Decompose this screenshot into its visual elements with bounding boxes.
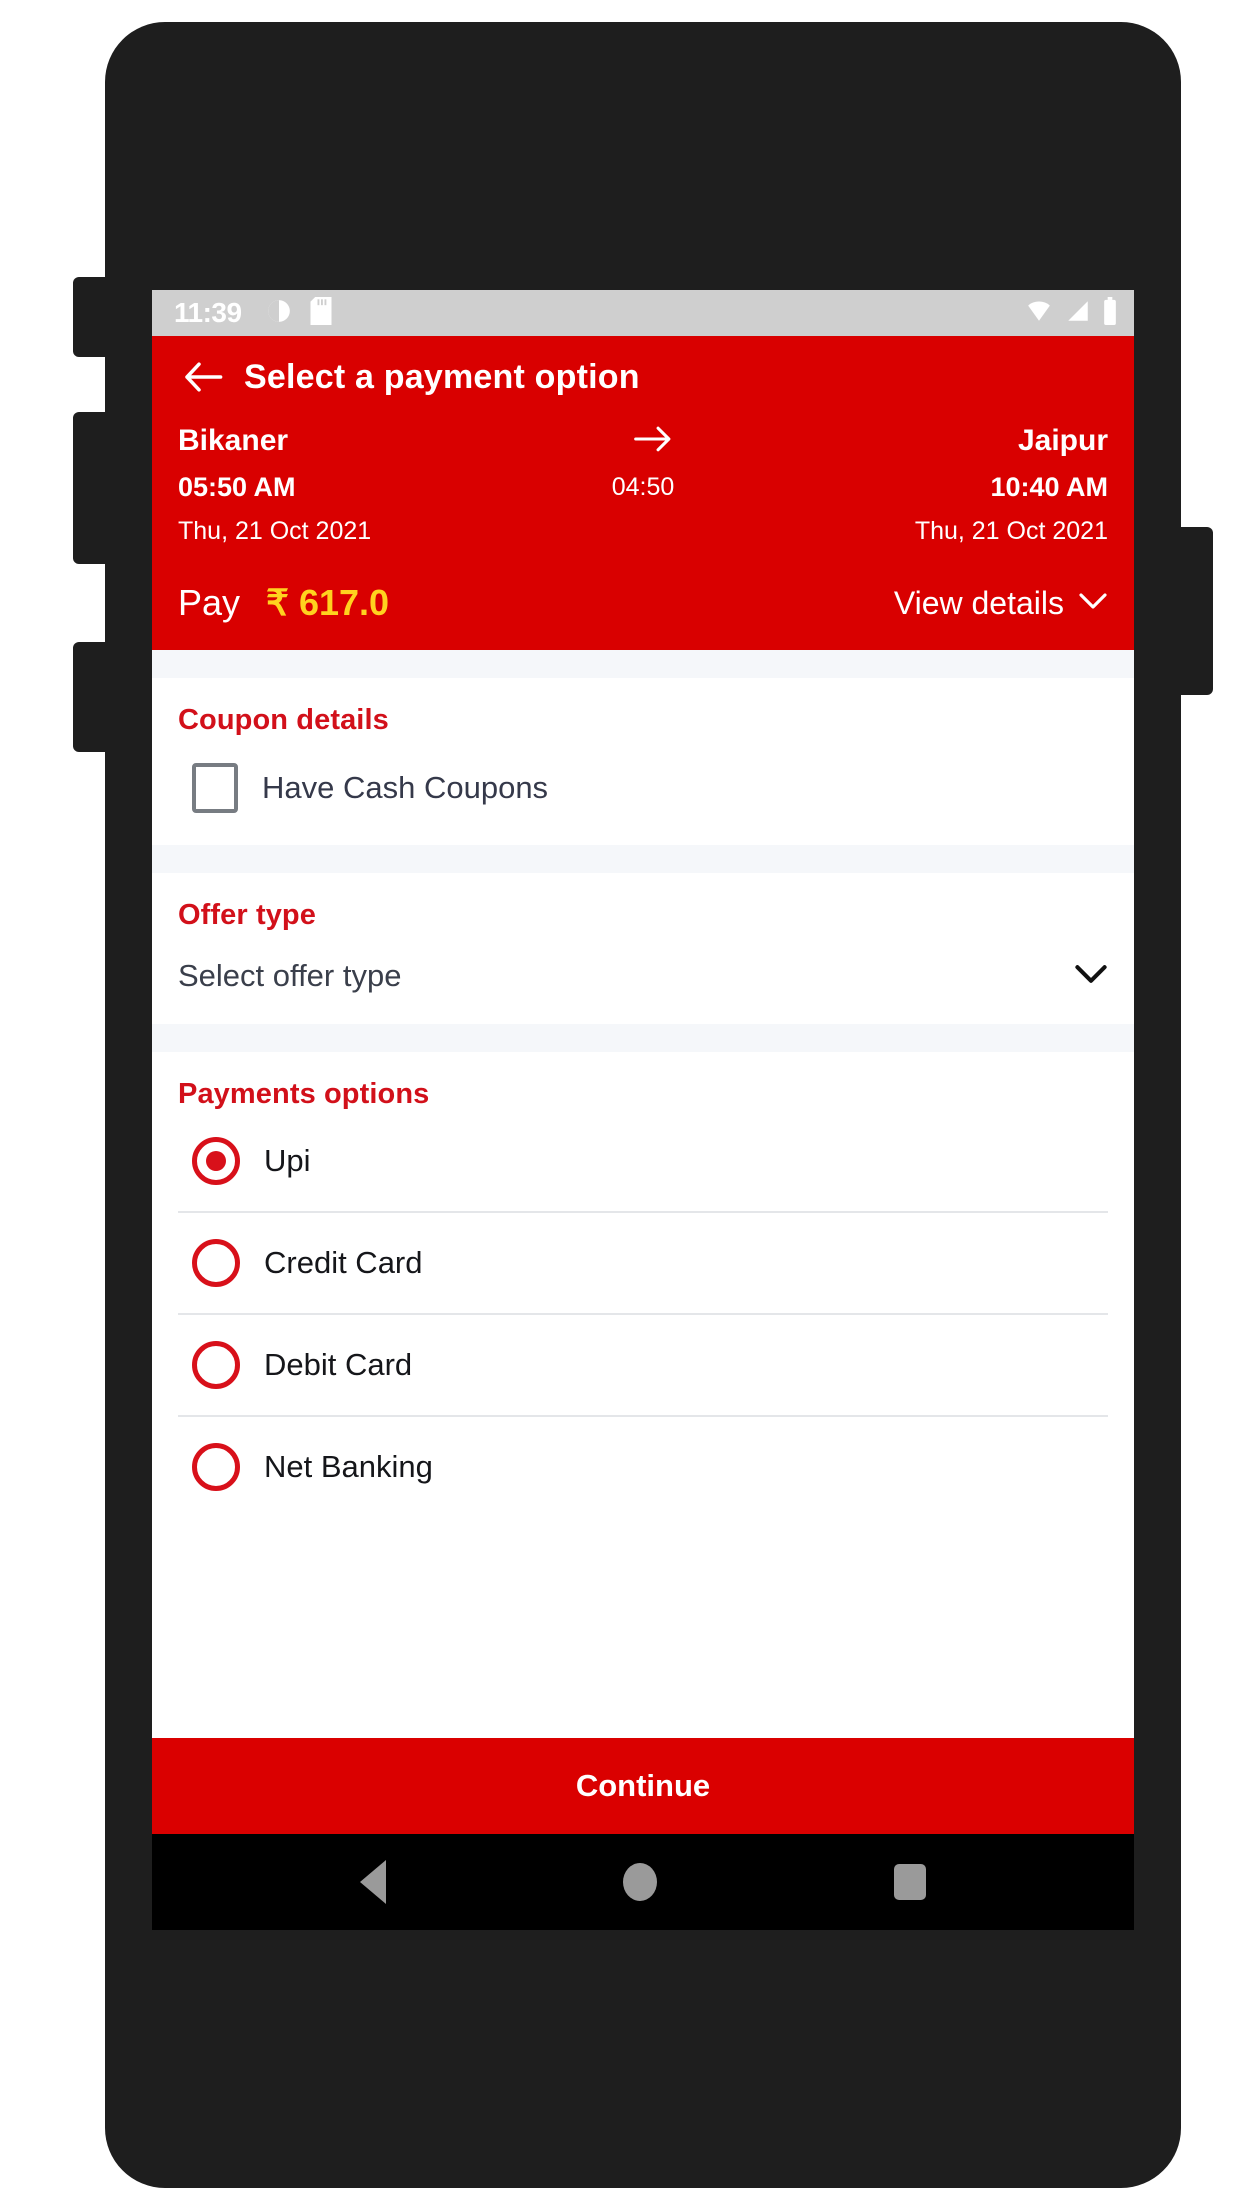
radio-debit-card[interactable] — [192, 1341, 240, 1389]
offer-type-section: Offer type Select offer type — [152, 873, 1134, 1024]
pay-summary-row: Pay ₹ 617.0 View details — [152, 582, 1134, 624]
chevron-down-icon — [1078, 591, 1108, 616]
payment-option-label: Net Banking — [264, 1449, 433, 1484]
status-bar-time: 11:39 — [174, 297, 242, 328]
radio-upi-dot — [206, 1151, 226, 1171]
section-divider-band — [152, 1024, 1134, 1052]
section-divider-band — [152, 845, 1134, 873]
phone-side-button-volume-down[interactable] — [73, 412, 109, 564]
arrow-right-icon — [632, 426, 674, 457]
have-cash-coupons-row[interactable]: Have Cash Coupons — [178, 763, 1108, 813]
journey-to-city: Jaipur — [1017, 424, 1108, 457]
pay-label: Pay — [178, 582, 241, 623]
payment-option-label: Debit Card — [264, 1347, 413, 1382]
coupon-details-title: Coupon details — [178, 704, 389, 736]
view-details-button[interactable]: View details — [894, 585, 1108, 622]
phone-side-button-volume-up[interactable] — [73, 277, 109, 357]
journey-departure-date: Thu, 21 Oct 2021 — [178, 517, 372, 545]
offer-type-title: Offer type — [178, 899, 316, 931]
pay-amount: ₹ 617.0 — [266, 582, 390, 623]
phone-frame: 11:39 Select a payment option Bikaner Ja… — [73, 22, 1213, 2188]
payment-option-label: Upi — [264, 1143, 311, 1178]
radio-net-banking[interactable] — [192, 1443, 240, 1491]
payment-option-credit-card[interactable]: Credit Card — [178, 1213, 1108, 1315]
wifi-icon — [1024, 298, 1054, 329]
payment-option-net-banking[interactable]: Net Banking — [178, 1417, 1108, 1517]
app-bar: Select a payment option Bikaner Jaipur 0… — [152, 336, 1134, 650]
journey-duration: 04:50 — [611, 473, 675, 501]
nav-back-triangle-icon[interactable] — [360, 1860, 387, 1904]
payments-options-section: Payments options Upi Credit Card Debit C… — [152, 1052, 1134, 1517]
nav-home-circle-icon[interactable] — [622, 1863, 657, 1901]
view-details-label: View details — [893, 584, 1064, 621]
battery-icon — [1102, 296, 1118, 330]
phone-side-button-extra[interactable] — [73, 642, 109, 752]
nav-recents-square-icon[interactable] — [893, 1864, 926, 1900]
radio-upi[interactable] — [192, 1137, 240, 1185]
journey-arrival-time: 10:40 AM — [990, 472, 1108, 502]
status-bar: 11:39 — [152, 290, 1134, 336]
journey-from-city: Bikaner — [178, 424, 289, 457]
sd-card-icon — [310, 296, 332, 330]
journey-arrival-date: Thu, 21 Oct 2021 — [914, 517, 1108, 545]
journey-dates-row: Thu, 21 Oct 2021 Thu, 21 Oct 2021 — [178, 517, 1108, 546]
alarm-icon — [266, 298, 292, 329]
journey-times-row: 05:50 AM 04:50 10:40 AM — [178, 472, 1108, 503]
phone-screen: 11:39 Select a payment option Bikaner Ja… — [152, 290, 1134, 1930]
payments-options-title: Payments options — [178, 1078, 430, 1110]
journey-departure-time: 05:50 AM — [178, 472, 296, 502]
status-bar-left-icons — [266, 296, 332, 330]
offer-type-selected-value: Select offer type — [178, 958, 402, 993]
signal-icon — [1064, 298, 1092, 329]
content-area: Coupon details Have Cash Coupons Offer t… — [152, 650, 1134, 1738]
app-bar-top-row: Select a payment option — [152, 336, 1134, 418]
have-cash-coupons-checkbox[interactable] — [192, 763, 238, 813]
chevron-down-icon[interactable] — [1074, 963, 1108, 990]
have-cash-coupons-label: Have Cash Coupons — [262, 770, 549, 805]
arrow-left-icon[interactable] — [182, 356, 224, 398]
journey-summary: Bikaner Jaipur 05:50 AM 04:50 10:40 AM T… — [152, 424, 1134, 546]
offer-type-dropdown[interactable]: Select offer type — [178, 958, 1108, 994]
journey-cities-row: Bikaner Jaipur — [178, 424, 1108, 458]
android-nav-bar — [152, 1834, 1134, 1930]
continue-button[interactable]: Continue — [152, 1738, 1134, 1834]
radio-credit-card[interactable] — [192, 1239, 240, 1287]
section-divider-band — [152, 650, 1134, 678]
payment-option-debit-card[interactable]: Debit Card — [178, 1315, 1108, 1417]
coupon-details-section: Coupon details Have Cash Coupons — [152, 678, 1134, 845]
status-bar-right-icons — [1024, 296, 1118, 330]
page-title: Select a payment option — [244, 357, 640, 396]
phone-side-button-power[interactable] — [1177, 527, 1213, 695]
payment-option-upi[interactable]: Upi — [178, 1111, 1108, 1213]
payment-option-label: Credit Card — [264, 1245, 423, 1280]
